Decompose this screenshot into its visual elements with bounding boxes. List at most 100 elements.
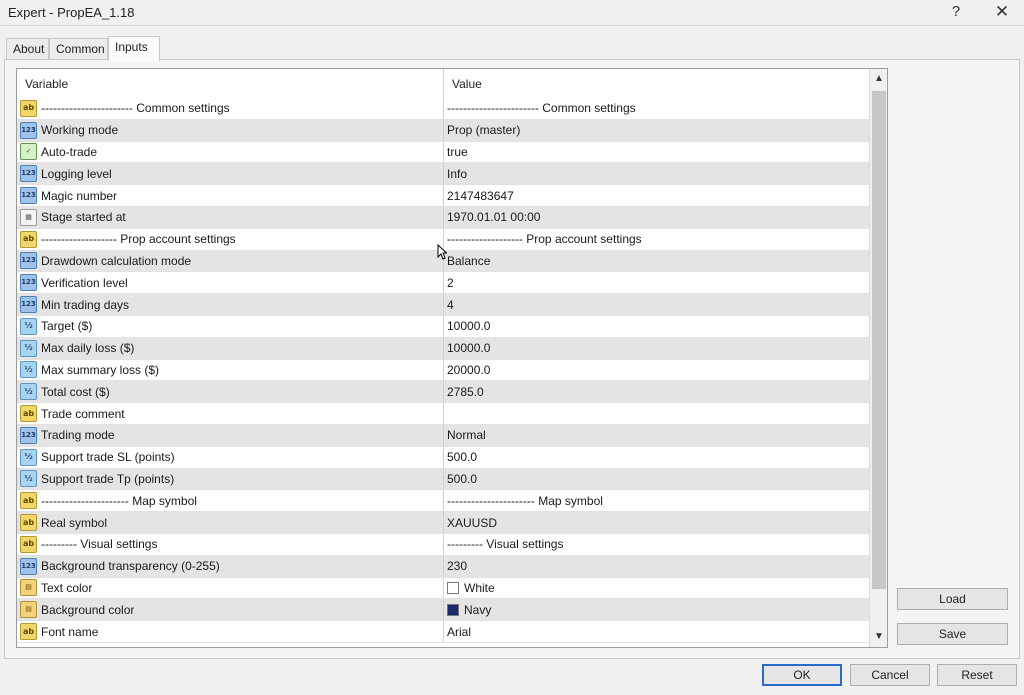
value-cell[interactable] xyxy=(444,403,869,424)
variable-cell[interactable]: ab ------------------- Prop account setti… xyxy=(17,228,444,250)
column-header-value[interactable]: Value xyxy=(444,69,869,99)
variable-cell[interactable]: ▦ Stage started at xyxy=(17,206,444,228)
value-cell[interactable]: 2785.0 xyxy=(444,381,869,402)
tab-common[interactable]: Common xyxy=(49,38,108,60)
variable-cell[interactable]: ½ Total cost ($) xyxy=(17,381,444,403)
value-cell[interactable]: 230 xyxy=(444,556,869,577)
variable-cell[interactable]: 123 Working mode xyxy=(17,119,444,141)
table-row[interactable]: ab ---------------------- Map symbol -----… xyxy=(17,490,869,513)
scroll-up-icon[interactable]: ▲ xyxy=(870,69,887,89)
variable-cell[interactable]: 123 Min trading days xyxy=(17,294,444,315)
datetime-type-icon: ▦ xyxy=(20,208,37,226)
value-cell[interactable]: 1970.01.01 00:00 xyxy=(444,207,869,228)
value-cell[interactable]: ---------------------- Map symbol xyxy=(444,490,869,511)
variable-cell[interactable]: 123 Trading mode xyxy=(17,424,444,446)
variable-name: Trade comment xyxy=(41,406,125,421)
variable-value: 1970.01.01 00:00 xyxy=(447,210,541,225)
value-cell[interactable]: XAUUSD xyxy=(444,512,869,533)
value-cell[interactable]: 500.0 xyxy=(444,447,869,468)
table-row[interactable]: ½ Support trade Tp (points) 500.0 xyxy=(17,468,869,491)
table-row[interactable]: ab Font name Arial xyxy=(17,621,869,643)
table-row[interactable]: 123 Logging level Info xyxy=(17,163,869,186)
ok-button[interactable]: OK xyxy=(762,664,842,686)
variable-cell[interactable]: ab Trade comment xyxy=(17,403,444,424)
table-row[interactable]: ½ Max summary loss ($) 20000.0 xyxy=(17,359,869,382)
value-cell[interactable]: 4 xyxy=(444,294,869,315)
table-row[interactable]: 123 Min trading days 4 xyxy=(17,294,869,316)
column-header-variable[interactable]: Variable xyxy=(17,69,444,99)
variable-cell[interactable]: ½ Support trade SL (points) xyxy=(17,446,444,468)
variable-cell[interactable]: ab Real symbol xyxy=(17,512,444,533)
table-row[interactable]: 123 Magic number 2147483647 xyxy=(17,185,869,207)
tab-about[interactable]: About xyxy=(6,38,49,60)
value-cell[interactable]: ----------------------- Common settings xyxy=(444,98,869,119)
value-cell[interactable]: Balance xyxy=(444,251,869,272)
variable-cell[interactable]: ab --------- Visual settings xyxy=(17,533,444,555)
vertical-scrollbar[interactable]: ▲ ▼ xyxy=(869,69,887,647)
table-row[interactable]: ✓ Auto-trade true xyxy=(17,141,869,164)
scroll-down-icon[interactable]: ▼ xyxy=(870,627,887,647)
value-cell[interactable]: 2147483647 xyxy=(444,185,869,206)
variable-cell[interactable]: 123 Drawdown calculation mode xyxy=(17,250,444,272)
variable-cell[interactable]: 123 Verification level xyxy=(17,272,444,294)
variable-cell[interactable]: 123 Magic number xyxy=(17,185,444,206)
table-row[interactable]: ▤ Background color Navy xyxy=(17,599,869,622)
variable-value: true xyxy=(447,144,468,159)
help-button[interactable]: ? xyxy=(944,2,968,22)
table-row[interactable]: ½ Target ($) 10000.0 xyxy=(17,315,869,338)
value-cell[interactable]: 20000.0 xyxy=(444,360,869,381)
variable-cell[interactable]: ✓ Auto-trade xyxy=(17,141,444,163)
variable-cell[interactable]: 123 Background transparency (0-255) xyxy=(17,555,444,577)
table-row[interactable]: 123 Working mode Prop (master) xyxy=(17,119,869,142)
value-cell[interactable]: 500.0 xyxy=(444,469,869,490)
variable-value: 4 xyxy=(447,297,454,312)
inputs-grid: Variable Value ab -----------------------… xyxy=(16,68,888,648)
table-row[interactable]: ▦ Stage started at 1970.01.01 00:00 xyxy=(17,206,869,229)
variable-cell[interactable]: ab ---------------------- Map symbol xyxy=(17,490,444,512)
value-cell[interactable]: ------------------- Prop account setting… xyxy=(444,229,869,250)
variable-cell[interactable]: ab Font name xyxy=(17,621,444,642)
variable-value: 20000.0 xyxy=(447,362,491,377)
table-row[interactable]: ab --------- Visual settings --------- Vis… xyxy=(17,533,869,556)
double-type-icon: ½ xyxy=(20,339,37,357)
value-cell[interactable]: 2 xyxy=(444,272,869,293)
value-cell[interactable]: Normal xyxy=(444,425,869,446)
value-cell[interactable]: 10000.0 xyxy=(444,316,869,337)
table-row[interactable]: ▤ Text color White xyxy=(17,577,869,600)
table-row[interactable]: ab Trade comment xyxy=(17,403,869,425)
variable-cell[interactable]: ▤ Background color xyxy=(17,599,444,621)
variable-cell[interactable]: 123 Logging level xyxy=(17,163,444,185)
table-row[interactable]: 123 Background transparency (0-255) 230 xyxy=(17,555,869,578)
load-button[interactable]: Load xyxy=(897,588,1008,610)
cancel-button[interactable]: Cancel xyxy=(850,664,930,686)
value-cell[interactable]: Navy xyxy=(444,599,869,620)
variable-cell[interactable]: ½ Max summary loss ($) xyxy=(17,359,444,381)
table-row[interactable]: ab Real symbol XAUUSD xyxy=(17,512,869,534)
variable-cell[interactable]: ½ Target ($) xyxy=(17,315,444,337)
variable-value: Navy xyxy=(464,602,492,617)
variable-value: Info xyxy=(447,166,468,181)
table-row[interactable]: ½ Total cost ($) 2785.0 xyxy=(17,381,869,404)
table-row[interactable]: ½ Max daily loss ($) 10000.0 xyxy=(17,337,869,360)
close-button[interactable]: ✕ xyxy=(990,2,1014,22)
variable-cell[interactable]: ½ Support trade Tp (points) xyxy=(17,468,444,490)
table-row[interactable]: ½ Support trade SL (points) 500.0 xyxy=(17,446,869,469)
value-cell[interactable]: Arial xyxy=(444,621,869,642)
value-cell[interactable]: Info xyxy=(444,163,869,184)
variable-cell[interactable]: ab ----------------------- Common setting… xyxy=(17,98,444,119)
value-cell[interactable]: --------- Visual settings xyxy=(444,534,869,555)
value-cell[interactable]: 10000.0 xyxy=(444,338,869,359)
table-row[interactable]: ab ----------------------- Common setting… xyxy=(17,98,869,120)
table-row[interactable]: 123 Trading mode Normal xyxy=(17,424,869,447)
variable-cell[interactable]: ½ Max daily loss ($) xyxy=(17,337,444,359)
variable-value: 10000.0 xyxy=(447,319,491,334)
variable-cell[interactable]: ▤ Text color xyxy=(17,577,444,599)
table-row[interactable]: 123 Verification level 2 xyxy=(17,272,869,295)
value-cell[interactable]: White xyxy=(444,578,869,599)
save-button[interactable]: Save xyxy=(897,623,1008,645)
value-cell[interactable]: true xyxy=(444,142,869,163)
value-cell[interactable]: Prop (master) xyxy=(444,120,869,141)
tab-inputs[interactable]: Inputs xyxy=(108,36,160,61)
reset-button[interactable]: Reset xyxy=(937,664,1017,686)
scrollbar-thumb[interactable] xyxy=(872,91,886,589)
